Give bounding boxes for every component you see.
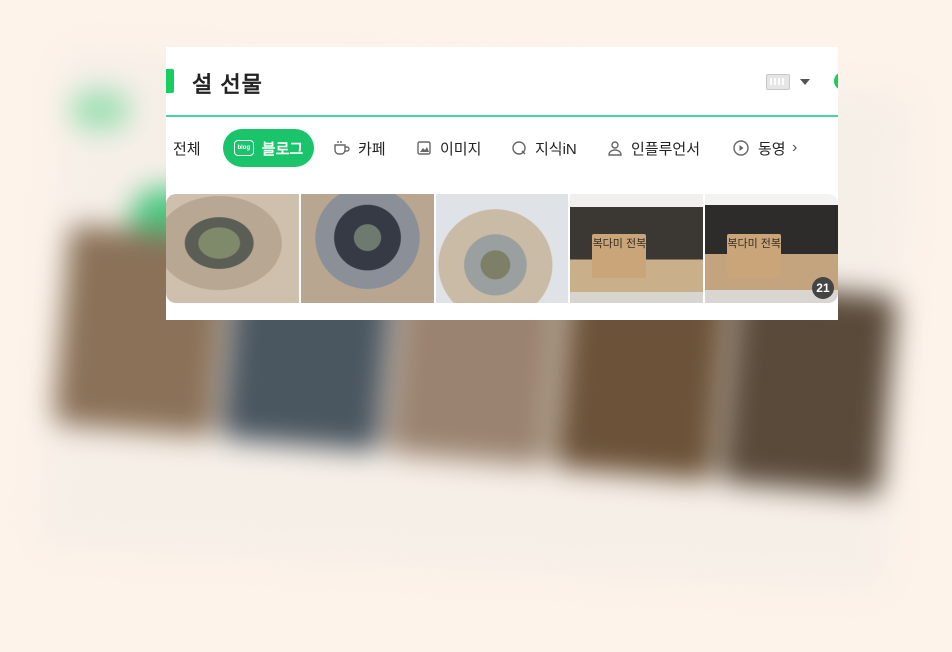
- search-accent-bar: [166, 69, 174, 93]
- bag-label: 복다미 전복: [592, 234, 647, 278]
- keyboard-icon[interactable]: [766, 74, 790, 90]
- image-thumbnail-strip: 복다미 전복 복다미 전복 21: [166, 194, 838, 303]
- tab-kin-label: 지식iN: [535, 140, 577, 158]
- search-bar[interactable]: 설 선물: [166, 47, 838, 117]
- tab-cafe-label: 카페: [358, 140, 386, 158]
- category-tabs: ‹ 전체 blog 블로그 카페 이미지: [166, 129, 838, 167]
- search-results-card: 설 선물 ‹ 전체 blog 블로그 카페 이미지: [166, 47, 838, 320]
- bag-label: 복다미 전복: [727, 234, 782, 278]
- tab-all-label: 전체: [173, 140, 201, 158]
- search-button-icon[interactable]: [834, 72, 838, 90]
- tab-image-label: 이미지: [440, 140, 482, 158]
- background-accent: [70, 90, 130, 130]
- image-icon: [417, 141, 431, 155]
- tab-all[interactable]: ‹ 전체: [166, 129, 201, 167]
- image-count-badge[interactable]: 21: [811, 277, 834, 299]
- tab-blog-label: 블로그: [261, 140, 304, 158]
- kin-icon: [512, 141, 526, 155]
- thumbnail-image[interactable]: [300, 194, 434, 303]
- play-icon: [733, 140, 749, 156]
- thumbnail-image[interactable]: [435, 194, 569, 303]
- chevron-right-icon[interactable]: ›: [792, 129, 797, 167]
- caret-down-icon[interactable]: [800, 79, 810, 85]
- tab-video[interactable]: 동영: [732, 129, 786, 167]
- tab-kin[interactable]: 지식iN: [511, 129, 577, 167]
- tab-cafe[interactable]: 카페: [332, 129, 386, 167]
- tab-influencer-label: 인플루언서: [631, 140, 701, 158]
- cut-off-text-line: [166, 171, 838, 181]
- person-icon: [608, 141, 622, 156]
- thumbnail-image[interactable]: 복다미 전복: [570, 194, 704, 303]
- search-query[interactable]: 설 선물: [192, 67, 263, 99]
- thumbnail-image[interactable]: 복다미 전복 21: [705, 194, 838, 303]
- tab-influencer[interactable]: 인플루언서: [607, 129, 700, 167]
- tab-blog[interactable]: blog 블로그: [223, 129, 314, 167]
- tab-image[interactable]: 이미지: [416, 129, 481, 167]
- thumbnail-image[interactable]: [166, 194, 299, 303]
- blog-icon: blog: [233, 140, 254, 156]
- tab-video-label: 동영: [758, 140, 786, 158]
- cup-icon: [334, 141, 350, 155]
